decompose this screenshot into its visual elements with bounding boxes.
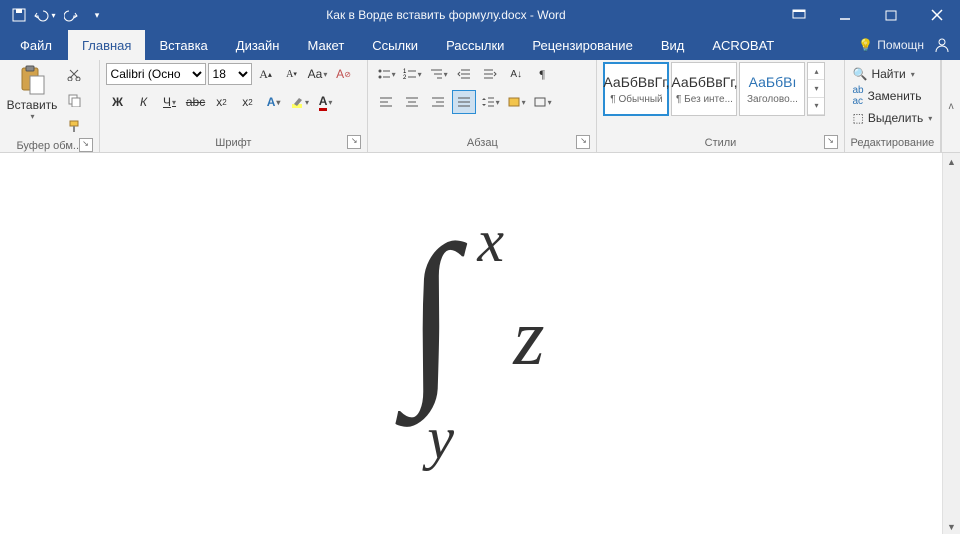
redo-button[interactable]: [60, 4, 82, 26]
account-icon[interactable]: [934, 37, 950, 53]
styles-launcher[interactable]: ↘: [824, 135, 838, 149]
find-button[interactable]: 🔍Найти▾: [851, 64, 917, 84]
replace-button[interactable]: abacЗаменить: [851, 86, 924, 106]
window-controls: [776, 0, 960, 30]
align-left-button[interactable]: [374, 90, 398, 114]
strike-button[interactable]: abc: [184, 90, 208, 114]
integral-lower[interactable]: y: [427, 404, 454, 473]
tab-insert[interactable]: Вставка: [145, 30, 221, 60]
change-case-button[interactable]: Aa▾: [306, 62, 330, 86]
style-heading1[interactable]: АаБбВıЗаголово...: [739, 62, 805, 116]
tab-review[interactable]: Рецензирование: [518, 30, 646, 60]
tab-mailings[interactable]: Рассылки: [432, 30, 518, 60]
tell-me[interactable]: 💡Помощн: [858, 38, 924, 52]
cursor-icon: ⬚: [853, 111, 864, 125]
replace-icon: abac: [853, 85, 864, 107]
ribbon-options-button[interactable]: [776, 0, 822, 30]
font-name-combo[interactable]: Calibri (Осно: [106, 63, 206, 85]
clear-format-button[interactable]: A⊘: [332, 62, 356, 86]
quick-access-toolbar: ▾ ▾: [0, 4, 116, 26]
integral-upper[interactable]: x: [477, 207, 504, 276]
bullets-button[interactable]: ▾: [374, 62, 398, 86]
page: ∫ x y z: [0, 153, 942, 534]
tab-design[interactable]: Дизайн: [222, 30, 294, 60]
title-bar: ▾ ▾ Как в Ворде вставить формулу.docx - …: [0, 0, 960, 30]
paste-icon: [16, 64, 48, 96]
subscript-button[interactable]: x2: [210, 90, 234, 114]
ribbon: Вставить▾ Буфер обм...↘ Calibri (Осно 18…: [0, 60, 960, 153]
outdent-button[interactable]: [452, 62, 476, 86]
font-color-button[interactable]: A▾: [314, 90, 338, 114]
undo-button[interactable]: ▾: [34, 4, 56, 26]
shading-button[interactable]: ▾: [504, 90, 528, 114]
qat-customize[interactable]: ▾: [86, 4, 108, 26]
shrink-font-button[interactable]: A▾: [280, 62, 304, 86]
bold-button[interactable]: Ж: [106, 90, 130, 114]
paste-button[interactable]: Вставить▾: [6, 62, 58, 121]
svg-text:2: 2: [403, 75, 407, 80]
scroll-down-button[interactable]: ▼: [943, 518, 960, 534]
tab-layout[interactable]: Макет: [293, 30, 358, 60]
align-right-button[interactable]: [426, 90, 450, 114]
sort-button[interactable]: A↓: [504, 62, 528, 86]
group-font: Calibri (Осно 18 A▴ A▾ Aa▾ A⊘ Ж К Ч▾ abc…: [100, 60, 369, 152]
tab-home[interactable]: Главная: [68, 30, 145, 60]
indent-button[interactable]: [478, 62, 502, 86]
bulb-icon: 💡: [858, 38, 873, 52]
ribbon-tabs: Файл Главная Вставка Дизайн Макет Ссылки…: [0, 30, 960, 60]
paragraph-launcher[interactable]: ↘: [576, 135, 590, 149]
justify-button[interactable]: [452, 90, 476, 114]
grow-font-button[interactable]: A▴: [254, 62, 278, 86]
group-styles: АаБбВвГг,¶ Обычный АаБбВвГг,¶ Без инте..…: [597, 60, 844, 152]
integral-symbol: ∫: [405, 218, 457, 408]
copy-button[interactable]: [62, 88, 86, 112]
italic-button[interactable]: К: [132, 90, 156, 114]
borders-button[interactable]: ▾: [530, 90, 554, 114]
tab-references[interactable]: Ссылки: [358, 30, 432, 60]
line-spacing-button[interactable]: ▾: [478, 90, 502, 114]
tab-acrobat[interactable]: ACROBAT: [698, 30, 788, 60]
clipboard-launcher[interactable]: ↘: [79, 138, 93, 152]
align-center-button[interactable]: [400, 90, 424, 114]
cut-button[interactable]: [62, 62, 86, 86]
underline-button[interactable]: Ч▾: [158, 90, 182, 114]
search-icon: 🔍: [853, 67, 868, 81]
select-button[interactable]: ⬚Выделить▾: [851, 108, 935, 128]
show-marks-button[interactable]: ¶: [530, 62, 554, 86]
window-title: Как в Ворде вставить формулу.docx - Word: [116, 8, 776, 22]
tab-file[interactable]: Файл: [4, 30, 68, 60]
vertical-scrollbar[interactable]: ▲ ▼: [942, 153, 960, 534]
document-area: ∫ x y z ▲ ▼: [0, 153, 960, 534]
maximize-button[interactable]: [868, 0, 914, 30]
style-no-spacing[interactable]: АаБбВвГг,¶ Без инте...: [671, 62, 737, 116]
style-normal[interactable]: АаБбВвГг,¶ Обычный: [603, 62, 669, 116]
numbering-button[interactable]: 12▾: [400, 62, 424, 86]
group-clipboard: Вставить▾ Буфер обм...↘: [0, 60, 100, 152]
text-effects-button[interactable]: A▾: [262, 90, 286, 114]
integral-body[interactable]: z: [513, 293, 544, 384]
equation[interactable]: ∫ x y z: [397, 213, 544, 433]
styles-gallery-more[interactable]: ▴▾▾: [807, 62, 825, 116]
document-viewport[interactable]: ∫ x y z: [0, 153, 942, 534]
save-button[interactable]: [8, 4, 30, 26]
scroll-up-button[interactable]: ▲: [943, 153, 960, 170]
collapse-ribbon-button[interactable]: ʌ: [941, 60, 960, 152]
highlight-button[interactable]: ▾: [288, 90, 312, 114]
superscript-button[interactable]: x2: [236, 90, 260, 114]
group-editing: 🔍Найти▾ abacЗаменить ⬚Выделить▾ Редактир…: [845, 60, 942, 152]
multilevel-button[interactable]: ▾: [426, 62, 450, 86]
font-launcher[interactable]: ↘: [347, 135, 361, 149]
group-paragraph: ▾ 12▾ ▾ A↓ ¶ ▾ ▾ ▾ Абзац↘: [368, 60, 597, 152]
format-painter-button[interactable]: [62, 114, 86, 138]
minimize-button[interactable]: [822, 0, 868, 30]
font-size-combo[interactable]: 18: [208, 63, 252, 85]
close-button[interactable]: [914, 0, 960, 30]
tab-view[interactable]: Вид: [647, 30, 699, 60]
